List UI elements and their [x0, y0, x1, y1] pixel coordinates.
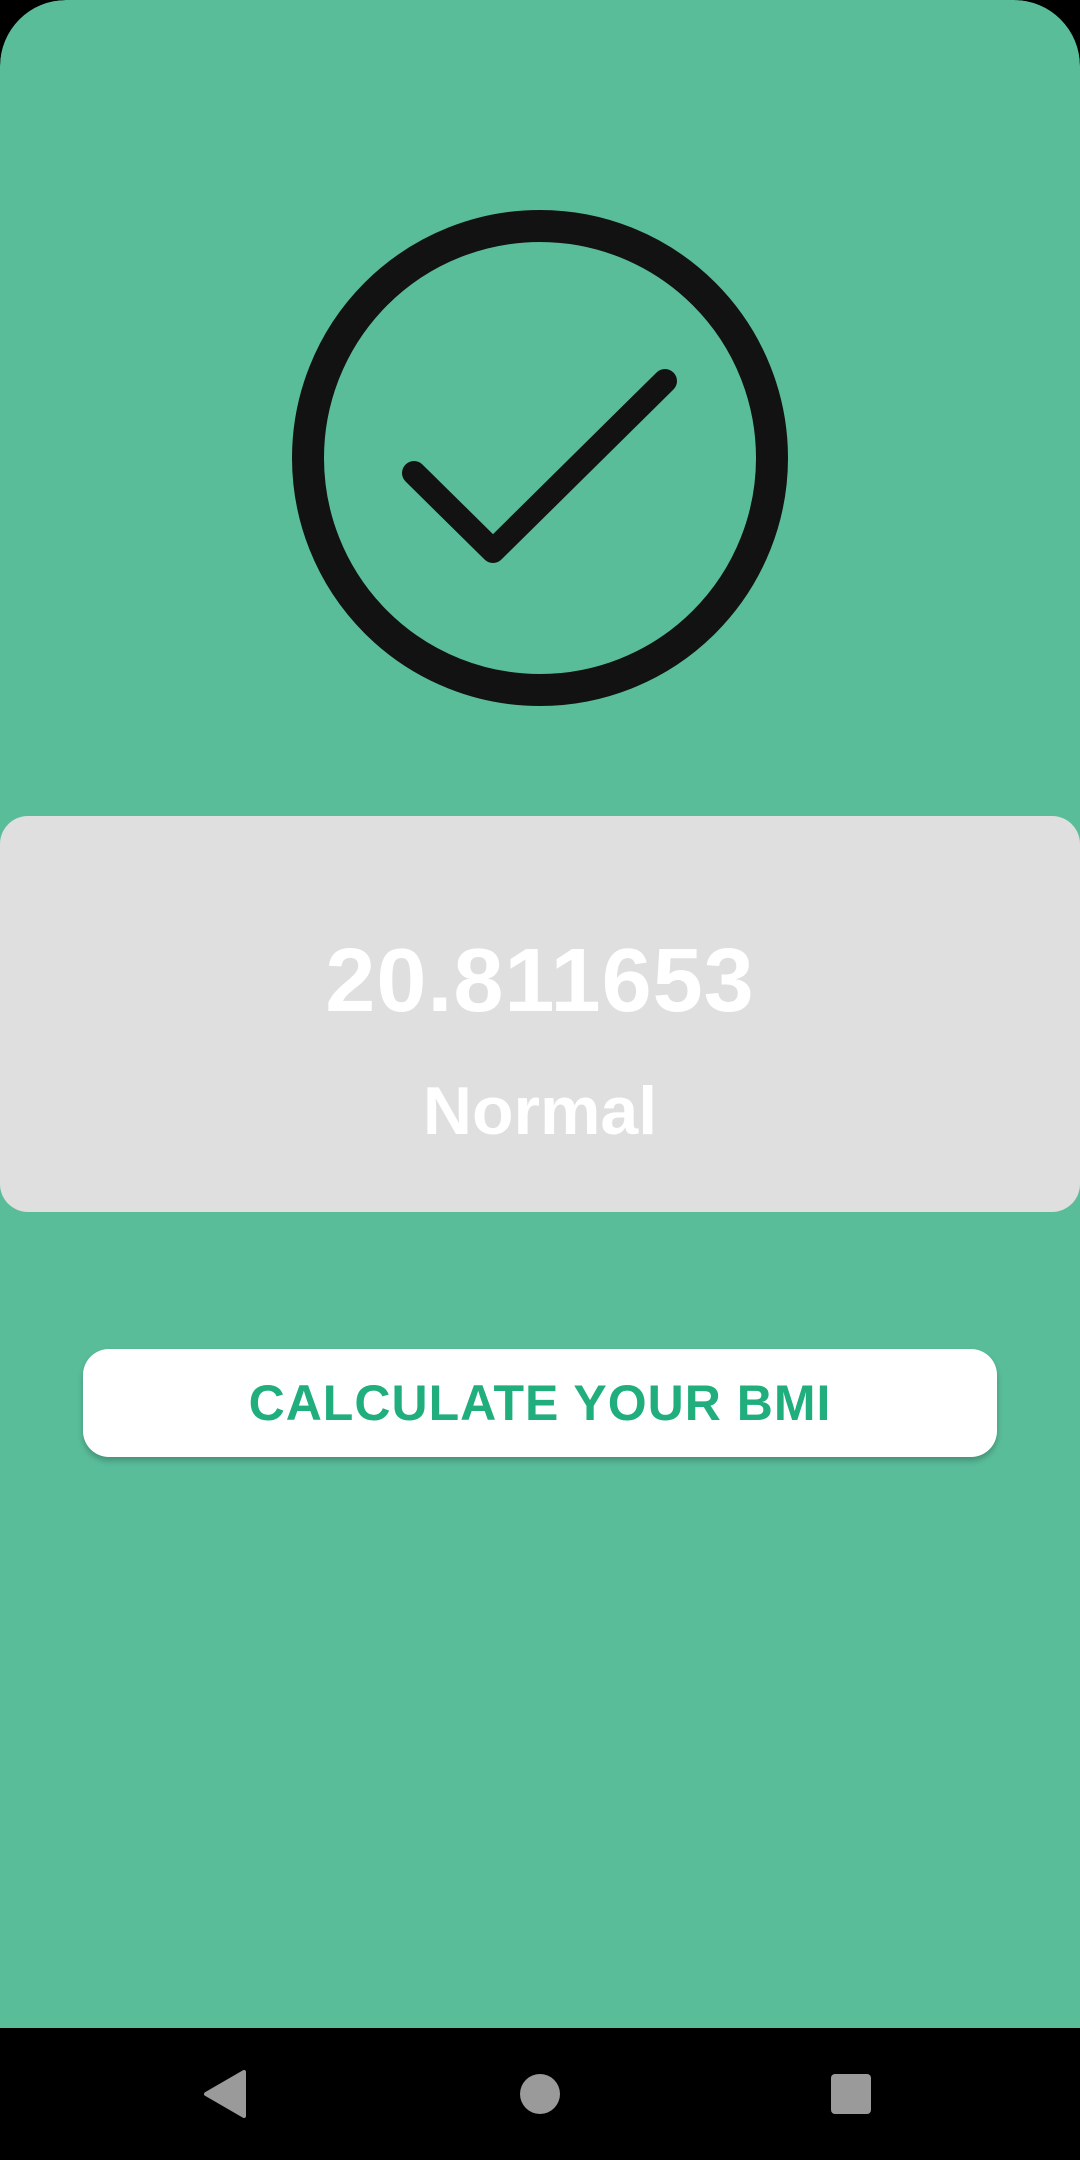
recents-square-icon	[831, 2074, 871, 2114]
recents-button[interactable]	[803, 2046, 899, 2142]
bmi-value: 20.811653	[325, 931, 755, 1031]
home-button[interactable]	[492, 2046, 588, 2142]
phone-screen: 20.811653 Normal CALCULATE YOUR BMI	[0, 0, 1080, 2160]
calculate-bmi-button[interactable]: CALCULATE YOUR BMI	[83, 1349, 997, 1457]
home-circle-icon	[520, 2074, 560, 2114]
bmi-result-screen: 20.811653 Normal CALCULATE YOUR BMI	[0, 0, 1080, 2028]
system-navigation-bar	[0, 2028, 1080, 2160]
bmi-category: Normal	[422, 1073, 658, 1149]
back-triangle-icon	[204, 2070, 246, 2118]
back-button[interactable]	[177, 2046, 273, 2142]
result-card: 20.811653 Normal	[0, 816, 1080, 1212]
check-circle-icon	[292, 210, 788, 706]
